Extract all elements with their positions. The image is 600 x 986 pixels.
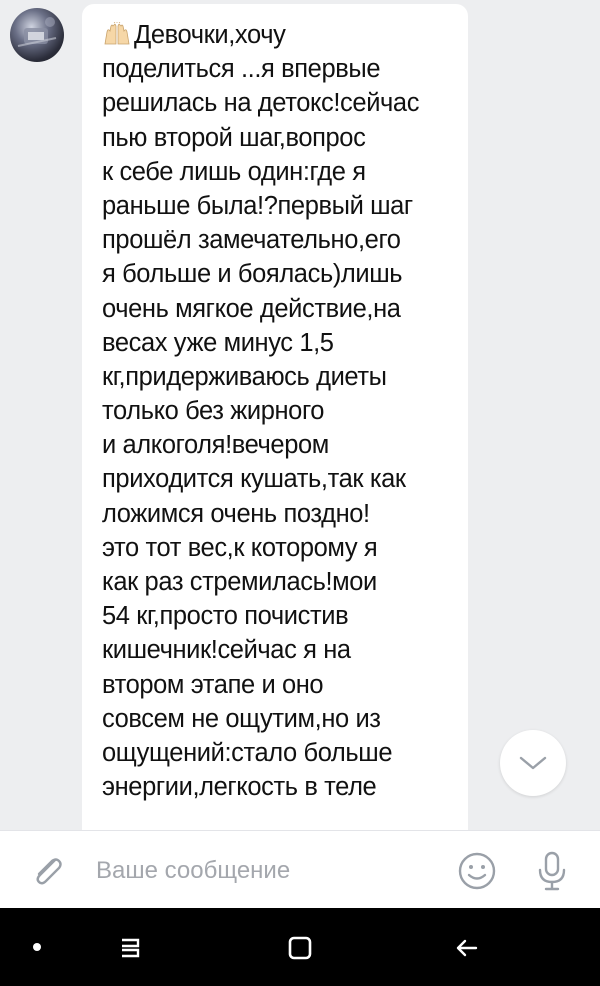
message-line: ощущений:стало больше [102, 738, 393, 767]
message-line: к себе лишь один:где я [102, 157, 366, 186]
message-line: энергии,легкость в теле [102, 773, 377, 802]
message-line: раньше была!?первый шаг [102, 191, 413, 220]
message-line: весах уже минус 1,5 [102, 328, 334, 357]
recent-apps-icon[interactable] [108, 926, 152, 970]
system-navigation-bar [0, 908, 600, 986]
message-input[interactable]: Ваше сообщение [96, 855, 426, 887]
message-line: только без жирного [102, 397, 325, 426]
message-line-text: Девочки,хочу [134, 21, 286, 49]
raised-hands-emoji-icon [104, 22, 130, 45]
chat-area: Девочки,хочу поделиться ...я впервые реш… [0, 0, 600, 830]
message-line: и алкоголя!вечером [102, 431, 329, 460]
paperclip-icon[interactable] [28, 851, 68, 891]
message-text: Девочки,хочу поделиться ...я впервые реш… [102, 18, 462, 804]
message-line: втором этапе и оно [102, 670, 324, 699]
message-line: приходится кушать,так как [102, 465, 406, 494]
message-composer: Ваше сообщение [0, 830, 600, 909]
indicator-dot-icon [33, 943, 41, 951]
message-line: решилась на детокс!сейчас [102, 89, 420, 118]
avatar[interactable] [10, 8, 64, 62]
back-icon[interactable] [446, 926, 490, 970]
message-line: кишечник!сейчас я на [102, 636, 351, 665]
microphone-icon[interactable] [532, 849, 572, 893]
chevron-down-icon [519, 756, 547, 770]
smile-icon[interactable] [456, 850, 498, 892]
home-icon[interactable] [278, 926, 322, 970]
message-line: кг,придерживаюсь диеты [102, 362, 387, 391]
avatar-image [17, 17, 57, 47]
message-line: ложимся очень поздно! [102, 499, 370, 528]
message-line: как раз стремилась!мои [102, 568, 377, 596]
message-line: поделиться ...я впервые [102, 55, 381, 84]
message-line: Девочки,хочу [102, 18, 462, 52]
message-line: прошёл замечательно,его [102, 226, 401, 255]
scroll-down-button[interactable] [500, 730, 566, 796]
message-line: 54 кг,просто почистив [102, 602, 349, 631]
message-line: это тот вес,к которому я [102, 533, 378, 562]
message-line: совсем не ощутим,но из [102, 704, 381, 733]
message-line: пью второй шаг,вопрос [102, 123, 366, 152]
message-line: я больше и боялась)лишь [102, 260, 403, 289]
message-line: очень мягкое действие,на [102, 294, 401, 323]
